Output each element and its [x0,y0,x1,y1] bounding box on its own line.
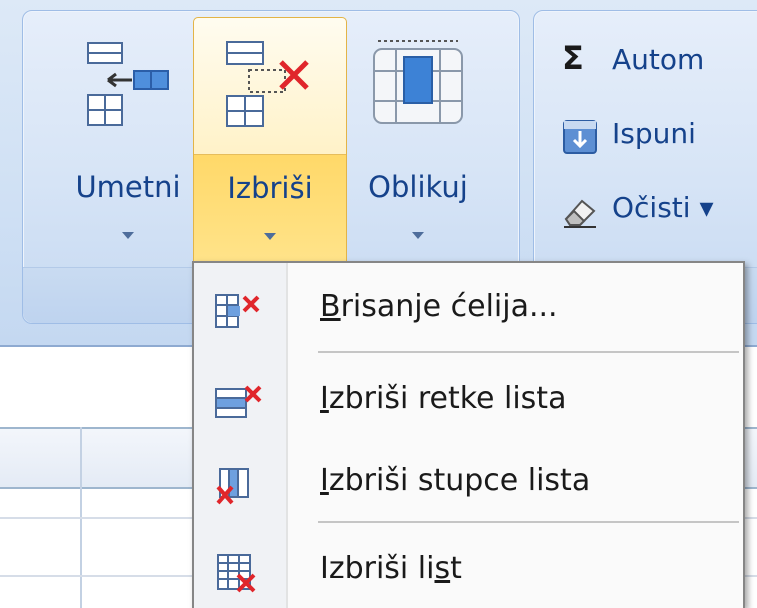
menu-item-label: Izbriši retke lista [320,381,567,416]
sigma-icon: Σ [562,39,584,77]
clear-button[interactable]: Očisti ▾ [562,187,757,237]
menu-item-delete-sheet[interactable]: Izbriši list [194,537,743,607]
format-dropdown-arrow-icon [412,232,424,239]
autosum-label: Autom [612,43,705,76]
delete-rows-icon [215,385,262,418]
insert-cells-icon [87,42,169,126]
delete-dropdown-arrow-icon [264,233,276,240]
insert-dropdown-arrow-icon [122,232,134,239]
fill-label: Ispuni [612,117,696,150]
menu-item-delete-columns[interactable]: Izbriši stupce lista [194,449,743,519]
eraser-icon [564,199,596,228]
insert-label: Umetni [75,170,181,204]
menu-item-label: Izbriši stupce lista [320,463,591,498]
fill-button[interactable]: Ispuni [562,113,757,163]
menu-item-delete-cells[interactable]: Brisanje ćelija... [194,275,743,345]
delete-cells-icon [215,294,260,328]
autosum-button[interactable]: Σ Autom [562,39,757,89]
clear-label: Očisti ▾ [612,191,714,224]
delete-button[interactable]: Izbriši [193,17,347,271]
fill-down-icon [563,120,597,154]
delete-sheet-icon [217,554,256,593]
delete-columns-icon [216,468,249,505]
menu-item-delete-rows[interactable]: Izbriši retke lista [194,367,743,437]
format-cells-icon [373,40,463,124]
delete-cells-icon [226,41,309,127]
menu-item-label: Brisanje ćelija... [320,289,558,324]
format-button[interactable]: Oblikuj [343,17,493,271]
delete-dropdown-menu: Brisanje ćelija... Izbriši retke lista I… [192,261,745,608]
format-label: Oblikuj [368,170,468,204]
menu-item-label: Izbriši list [320,551,462,586]
menu-separator [318,521,739,523]
menu-separator [318,351,739,353]
delete-label: Izbriši [227,171,313,205]
clear-dropdown-arrow-icon: ▾ [699,191,714,224]
insert-button[interactable]: Umetni [53,17,203,271]
